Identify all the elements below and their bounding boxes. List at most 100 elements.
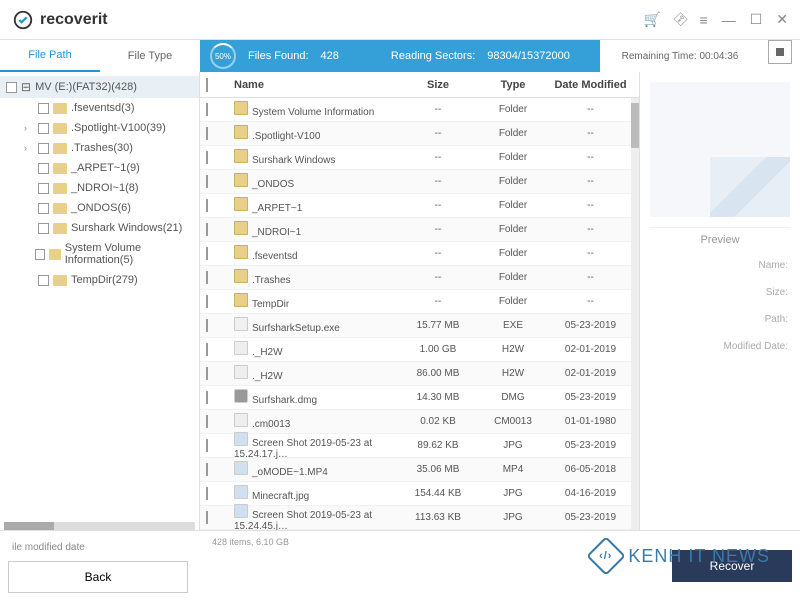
table-row[interactable]: _oMODE~1.MP435.06 MBMP406-05-2018 — [200, 458, 639, 482]
file-type: EXE — [478, 320, 548, 331]
col-name[interactable]: Name — [230, 79, 398, 91]
checkbox[interactable] — [206, 127, 208, 140]
checkbox[interactable] — [38, 163, 49, 174]
checkbox[interactable] — [38, 183, 49, 194]
tree-item-label: _ONDOS(6) — [71, 202, 131, 214]
checkbox[interactable] — [35, 249, 45, 260]
cart-icon[interactable]: 🛒 — [643, 11, 660, 28]
tree-item[interactable]: TempDir(279) — [0, 270, 199, 290]
checkbox[interactable] — [206, 103, 208, 116]
file-name: _NDROI~1 — [252, 227, 301, 238]
checkbox[interactable] — [206, 415, 208, 428]
checkbox[interactable] — [38, 123, 49, 134]
checkbox[interactable] — [206, 511, 208, 524]
checkbox[interactable] — [206, 271, 208, 284]
folder-icon — [234, 221, 248, 235]
table-row[interactable]: _NDROI~1--Folder-- — [200, 218, 639, 242]
checkbox[interactable] — [206, 247, 208, 260]
expand-icon[interactable]: › — [24, 143, 34, 153]
checkbox[interactable] — [206, 295, 208, 308]
checkbox[interactable] — [206, 223, 208, 236]
key-icon[interactable]: ⚿ — [670, 10, 690, 30]
table-row[interactable]: SurfsharkSetup.exe15.77 MBEXE05-23-2019 — [200, 314, 639, 338]
checkbox[interactable] — [38, 103, 49, 114]
checkbox[interactable] — [38, 203, 49, 214]
detail-modified: Modified Date: — [650, 333, 790, 360]
tree-item-label: _NDROI~1(8) — [71, 182, 139, 194]
checkbox[interactable] — [206, 391, 208, 404]
table-row[interactable]: System Volume Information--Folder-- — [200, 98, 639, 122]
titlebar: recoverit 🛒 ⚿ ≡ — ☐ ✕ — [0, 0, 800, 40]
back-button[interactable]: Back — [8, 561, 188, 593]
tree-item[interactable]: _NDROI~1(8) — [0, 178, 199, 198]
minimize-button[interactable]: — — [722, 12, 736, 28]
expand-icon[interactable]: › — [24, 123, 34, 133]
sidebar-scrollbar[interactable] — [4, 522, 195, 530]
table-row[interactable]: _ONDOS--Folder-- — [200, 170, 639, 194]
table-row[interactable]: Minecraft.jpg154.44 KBJPG04-16-2019 — [200, 482, 639, 506]
close-button[interactable]: ✕ — [776, 11, 788, 28]
file-type: JPG — [478, 488, 548, 499]
tree-item[interactable]: .fseventsd(3) — [0, 98, 199, 118]
table-row[interactable]: .fseventsd--Folder-- — [200, 242, 639, 266]
file-name: _ARPET~1 — [252, 203, 302, 214]
checkbox[interactable] — [206, 367, 208, 380]
checkbox[interactable] — [206, 343, 208, 356]
table-row[interactable]: TempDir--Folder-- — [200, 290, 639, 314]
tree-item[interactable]: Surshark Windows(21) — [0, 218, 199, 238]
list-scrollbar[interactable] — [631, 98, 639, 530]
checkbox[interactable] — [38, 223, 49, 234]
file-type: MP4 — [478, 464, 548, 475]
tree-item[interactable]: System Volume Information(5) — [0, 238, 199, 270]
table-row[interactable]: Screen Shot 2019-05-23 at 15.24.17.j…89.… — [200, 434, 639, 458]
maximize-button[interactable]: ☐ — [750, 11, 763, 28]
menu-icon[interactable]: ≡ — [700, 12, 708, 28]
checkbox[interactable] — [38, 143, 49, 154]
files-found-value: 428 — [321, 50, 339, 62]
tree-item[interactable]: ›.Spotlight-V100(39) — [0, 118, 199, 138]
col-date[interactable]: Date Modified — [548, 79, 633, 91]
table-row[interactable]: .Trashes--Folder-- — [200, 266, 639, 290]
file-type: Folder — [478, 224, 548, 235]
checkbox[interactable] — [206, 199, 208, 212]
tree-item[interactable]: _ARPET~1(9) — [0, 158, 199, 178]
select-all-checkbox[interactable] — [206, 78, 208, 92]
tree-item[interactable]: _ONDOS(6) — [0, 198, 199, 218]
checkbox[interactable] — [38, 275, 49, 286]
checkbox[interactable] — [206, 319, 208, 332]
checkbox[interactable] — [206, 175, 208, 188]
checkbox[interactable] — [206, 487, 208, 500]
stop-button[interactable] — [768, 40, 792, 64]
folder-icon — [53, 103, 67, 114]
detail-size: Size: — [650, 279, 790, 306]
table-row[interactable]: Screen Shot 2019-05-23 at 15.24.45.j…113… — [200, 506, 639, 530]
file-size: 154.44 KB — [398, 488, 478, 499]
checkbox[interactable] — [206, 463, 208, 476]
checkbox[interactable] — [6, 82, 17, 93]
file-size: 0.02 KB — [398, 416, 478, 427]
tree-root[interactable]: ⊟ MV (E:)(FAT32)(428) — [0, 76, 199, 98]
tab-file-type[interactable]: File Type — [100, 40, 200, 72]
table-row[interactable]: Surshark Windows--Folder-- — [200, 146, 639, 170]
file-date: -- — [548, 104, 633, 115]
file-type: H2W — [478, 344, 548, 355]
col-size[interactable]: Size — [398, 79, 478, 91]
table-row[interactable]: _ARPET~1--Folder-- — [200, 194, 639, 218]
tree-item[interactable]: ›.Trashes(30) — [0, 138, 199, 158]
list-body[interactable]: System Volume Information--Folder--.Spot… — [200, 98, 639, 530]
file-date: -- — [548, 224, 633, 235]
img-icon — [234, 461, 248, 475]
file-date: 02-01-2019 — [548, 368, 633, 379]
status-text: 428 items, 6.10 GB — [212, 537, 289, 547]
tab-file-path[interactable]: File Path — [0, 40, 100, 72]
table-row[interactable]: Surfshark.dmg14.30 MBDMG05-23-2019 — [200, 386, 639, 410]
file-size: 35.06 MB — [398, 464, 478, 475]
table-row[interactable]: .Spotlight-V100--Folder-- — [200, 122, 639, 146]
table-row[interactable]: .cm00130.02 KBCM001301-01-1980 — [200, 410, 639, 434]
file-size: -- — [398, 296, 478, 307]
checkbox[interactable] — [206, 151, 208, 164]
col-type[interactable]: Type — [478, 79, 548, 91]
table-row[interactable]: ._H2W1.00 GBH2W02-01-2019 — [200, 338, 639, 362]
checkbox[interactable] — [206, 439, 208, 452]
table-row[interactable]: ._H2W86.00 MBH2W02-01-2019 — [200, 362, 639, 386]
